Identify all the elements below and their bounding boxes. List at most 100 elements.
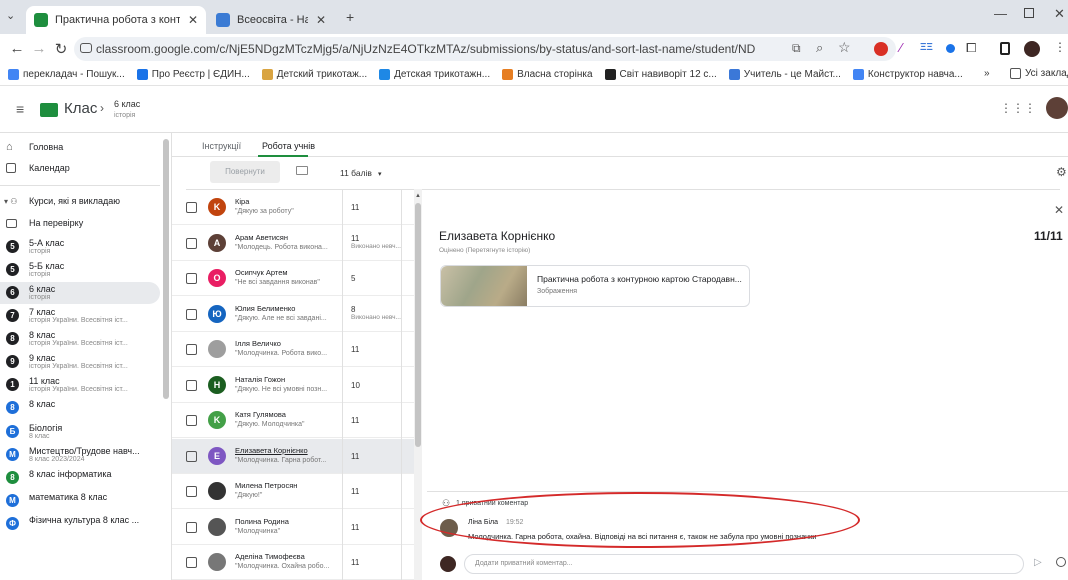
student-checkbox[interactable] bbox=[186, 202, 197, 213]
browser-tab-active[interactable]: Практична робота з контурно ✕ bbox=[26, 6, 206, 34]
bookmark-item[interactable]: перекладач - Пошук... bbox=[8, 69, 125, 80]
student-row[interactable]: H Наталія Гожон "Дякую. Не всі умовні позн… bbox=[172, 368, 414, 403]
student-checkbox[interactable] bbox=[186, 344, 197, 355]
bookmark-item[interactable]: Конструктор навча... bbox=[852, 69, 963, 80]
student-row[interactable]: Ю Юлия Белименко "Дякую. Але не всі завдан… bbox=[172, 297, 414, 332]
student-grade[interactable]: 10 bbox=[351, 381, 360, 390]
user-avatar[interactable] bbox=[1046, 97, 1068, 119]
student-row[interactable]: K Кіра "Дякую за роботу" 11 bbox=[172, 190, 414, 225]
browser-tab[interactable]: Всеосвіта - Національна освіт ✕ bbox=[208, 6, 334, 34]
student-row[interactable]: O Осипчук Артем "Не всі завдання виконав" 5 bbox=[172, 261, 414, 296]
bookmark-star-icon[interactable]: ☆ bbox=[838, 39, 851, 56]
sidebar-item-class[interactable]: Б Біологія 8 клас bbox=[0, 421, 160, 443]
student-checkbox[interactable] bbox=[186, 415, 197, 426]
tab-list-chevron-icon[interactable]: ⌄ bbox=[6, 9, 15, 22]
reload-icon[interactable]: ↻ bbox=[48, 40, 74, 58]
student-checkbox[interactable] bbox=[186, 486, 197, 497]
student-row[interactable]: Милена Петросян "Дякую!" 11 bbox=[172, 474, 414, 509]
tab-student-work[interactable]: Робота учнів bbox=[262, 141, 315, 151]
sidebar-item-class[interactable]: 9 9 клас історія України. Всесвітня іст... bbox=[0, 351, 160, 373]
url-text[interactable]: classroom.google.com/c/NjE5NDgzMTczMjg5/… bbox=[96, 38, 756, 60]
student-checkbox[interactable] bbox=[186, 450, 197, 462]
bookmarks-more-icon[interactable]: » bbox=[984, 68, 990, 79]
sidebar-item-class[interactable]: М Мистецтво/Трудове навч... 8 клас 2023/20… bbox=[0, 444, 160, 466]
more-options-icon[interactable] bbox=[1056, 557, 1066, 567]
sidebar-item-class[interactable]: 1 11 клас історія України. Всесвітня іст..… bbox=[0, 374, 160, 396]
sidebar-item-class[interactable]: 5 5-А клас історія bbox=[0, 236, 160, 258]
sidebar-scrollbar[interactable] bbox=[163, 139, 169, 399]
return-button[interactable]: Повернути bbox=[210, 161, 280, 183]
student-grade[interactable]: 11 bbox=[351, 416, 359, 425]
list-scrollbar-thumb[interactable] bbox=[415, 203, 421, 447]
student-row[interactable]: Ілля Величко "Молодчинка. Робота вико... 1… bbox=[172, 332, 414, 367]
student-checkbox[interactable] bbox=[186, 521, 197, 533]
student-row[interactable]: K Катя Гулямова "Дякую. Молодчинка" 11 bbox=[172, 403, 414, 438]
extension-red-icon[interactable] bbox=[874, 42, 888, 56]
student-row[interactable]: E Елизавета Корнієнко "Молодчинка. Гарна р… bbox=[172, 438, 414, 474]
close-window-icon[interactable]: ✕ bbox=[1054, 6, 1065, 22]
student-grade[interactable]: 11 bbox=[351, 558, 359, 567]
bookmark-item[interactable]: Власна сторінка bbox=[502, 69, 593, 80]
student-row[interactable]: Полина Родина "Молодчинка" 11 bbox=[172, 510, 414, 545]
student-row[interactable]: A Арам Аветисян "Молодець. Робота викона..… bbox=[172, 226, 414, 261]
minimize-icon[interactable]: — bbox=[994, 6, 1007, 21]
settings-gear-icon[interactable]: ⚙ bbox=[1056, 165, 1067, 179]
extension-dot-icon[interactable] bbox=[946, 44, 955, 53]
profile-avatar[interactable] bbox=[1024, 41, 1040, 57]
bookmark-item[interactable]: Про Реєстр | ЄДИН... bbox=[136, 69, 250, 80]
student-grade[interactable]: 11 bbox=[351, 523, 359, 532]
maximize-icon[interactable] bbox=[1024, 8, 1034, 18]
sidebar-item-class[interactable]: 8 8 клас інформатика bbox=[0, 467, 160, 489]
sidebar-item-class[interactable]: 6 6 клас історія bbox=[0, 282, 160, 304]
sidebar-item-teaching[interactable]: ▾ ⚇ Курси, які я викладаю bbox=[0, 190, 160, 212]
site-info-icon[interactable] bbox=[80, 43, 92, 53]
student-grade[interactable]: 11 Виконано невч... bbox=[351, 234, 401, 250]
bookmark-item[interactable]: Учитель - це Майст... bbox=[728, 69, 841, 80]
bookmark-item[interactable]: Детский трикотаж... bbox=[261, 69, 367, 80]
student-grade[interactable]: 5 bbox=[351, 274, 355, 283]
tab-close-icon[interactable]: ✕ bbox=[180, 13, 198, 27]
sidebar-item-calendar[interactable]: Календар bbox=[0, 157, 160, 179]
sidebar-item-home[interactable]: ⌂ Головна bbox=[0, 136, 160, 158]
sidebar-item-class[interactable]: 8 8 клас bbox=[0, 397, 160, 419]
student-grade[interactable]: 11 bbox=[351, 452, 359, 461]
breadcrumb[interactable]: 6 клас історія bbox=[114, 99, 140, 119]
student-checkbox[interactable] bbox=[186, 308, 197, 320]
apps-grid-icon[interactable]: ⋮⋮⋮ bbox=[1000, 101, 1036, 115]
bookmark-item[interactable]: Світ навиворіт 12 с... bbox=[604, 69, 717, 80]
sidebar-item-class[interactable]: Мматематика 8 клас bbox=[0, 490, 160, 512]
sidebar-item-class[interactable]: 5 5-Б клас історія bbox=[0, 259, 160, 281]
points-select[interactable]: 11 балів ▾ bbox=[340, 163, 404, 183]
student-checkbox[interactable] bbox=[186, 237, 197, 249]
student-grade[interactable]: 11 bbox=[351, 203, 359, 212]
sidebar-item-class[interactable]: 8 8 клас історія України. Всесвітня іст... bbox=[0, 328, 160, 350]
student-grade[interactable]: 11 bbox=[351, 487, 359, 496]
sidebar-item-to-review[interactable]: На перевірку bbox=[0, 212, 160, 234]
sidebar-item-class[interactable]: Ф Фізична культура 8 клас ... bbox=[0, 513, 160, 535]
bookmark-item[interactable]: Детская трикотажн... bbox=[379, 69, 490, 80]
tab-close-icon[interactable]: ✕ bbox=[308, 13, 326, 27]
attachment-card[interactable]: Практична робота з контурною картою Стар… bbox=[440, 265, 750, 307]
main-menu-icon[interactable]: ≡ bbox=[16, 101, 24, 117]
student-grade[interactable]: 8 Виконано невч... bbox=[351, 305, 401, 321]
side-panel-icon[interactable] bbox=[1000, 42, 1010, 55]
sidebar-item-class[interactable]: 7 7 клас історія України. Всесвітня іст... bbox=[0, 305, 160, 327]
zoom-icon[interactable]: ⌕ bbox=[816, 40, 823, 56]
install-app-icon[interactable]: ⧉ bbox=[792, 41, 801, 56]
browser-menu-icon[interactable]: ⋮ bbox=[1054, 40, 1066, 54]
student-checkbox[interactable] bbox=[186, 379, 197, 391]
tab-instructions[interactable]: Інструкції bbox=[202, 141, 241, 151]
student-grade[interactable]: 11 bbox=[351, 345, 359, 354]
email-icon[interactable] bbox=[296, 166, 308, 175]
send-icon[interactable]: ▷ bbox=[1034, 557, 1042, 568]
student-checkbox[interactable] bbox=[186, 557, 197, 568]
student-checkbox[interactable] bbox=[186, 273, 197, 284]
class-label[interactable]: Клас bbox=[64, 100, 97, 117]
student-row[interactable]: Аделіна Тимофеєва "Молодчинка. Охайна роб… bbox=[172, 545, 414, 580]
extensions-puzzle-icon[interactable]: ⧠ bbox=[966, 40, 976, 56]
detail-grade[interactable]: 11/11 bbox=[1034, 229, 1063, 243]
add-private-comment-input[interactable]: Додати приватний коментар... bbox=[464, 554, 1024, 574]
scroll-up-icon[interactable]: ▲ bbox=[415, 193, 421, 199]
extension-pen-icon[interactable]: ⁄ bbox=[900, 40, 902, 55]
new-tab-button[interactable]: + bbox=[346, 9, 354, 25]
